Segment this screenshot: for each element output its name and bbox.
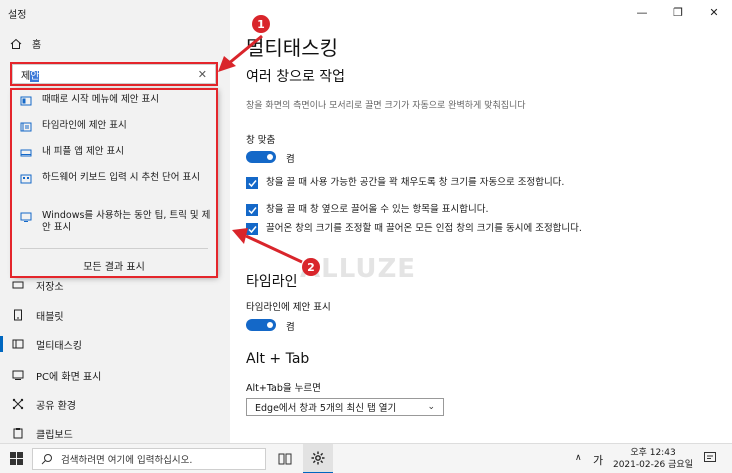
- taskbar-search-box[interactable]: 검색하려면 여기에 입력하십시오.: [32, 448, 266, 470]
- window-controls: — ❐ ✕: [624, 0, 732, 24]
- close-icon[interactable]: ✕: [696, 0, 732, 24]
- snap-toggle-label: 창 맞춤: [246, 135, 276, 146]
- chevron-down-icon: ⌄: [427, 402, 435, 412]
- alttab-section-heading: Alt + Tab: [246, 351, 310, 367]
- clipboard-icon: [13, 428, 23, 439]
- ime-indicator[interactable]: 가: [593, 452, 603, 468]
- checkbox-checked[interactable]: [246, 223, 258, 235]
- project-icon: [12, 370, 24, 380]
- home-icon: [10, 38, 22, 49]
- nav-item-shared-experiences[interactable]: 공유 환경: [0, 391, 230, 417]
- task-view-icon[interactable]: [276, 450, 294, 468]
- multitasking-icon: [12, 339, 24, 349]
- timeline-section-heading: 타임라인: [246, 274, 298, 290]
- checkbox-checked[interactable]: [246, 177, 258, 189]
- windows-start-icon[interactable]: [10, 452, 24, 466]
- step-badge-2: 2: [302, 258, 320, 276]
- taskbar-clock[interactable]: 오후 12:43 2021-02-26 금요일: [612, 447, 694, 471]
- minimize-icon[interactable]: —: [624, 0, 660, 24]
- tablet-icon: [14, 309, 22, 321]
- clock-time: 오후 12:43: [630, 448, 676, 458]
- alttab-dropdown[interactable]: Edge에서 창과 5개의 최신 탭 열기 ⌄: [246, 398, 444, 416]
- restore-icon[interactable]: ❐: [660, 0, 696, 24]
- home-label: 홈: [32, 40, 42, 51]
- gear-icon: [311, 451, 325, 465]
- nav-item-tablet[interactable]: 태블릿: [0, 302, 230, 328]
- timeline-toggle-state: 켬: [286, 322, 295, 333]
- clock-date: 2021-02-26 금요일: [612, 460, 693, 470]
- alttab-label: Alt+Tab을 누르면: [246, 383, 321, 394]
- page-title: 멀티태스킹: [246, 36, 338, 60]
- window-title: 설정: [8, 10, 27, 21]
- snap-description: 창을 화면의 측면이나 모서리로 끌면 크기가 자동으로 완벽하게 맞춰집니다: [246, 101, 526, 111]
- snap-checkbox-row[interactable]: 끌어온 창의 크기를 조정할 때 끌어온 모든 인접 창의 크기를 동시에 조정…: [246, 222, 586, 235]
- settings-window: 설정 홈 제안 ✕ 때때로 시작 메뉴에 제안 표시 타임라인에 제안 표시 내…: [0, 0, 732, 443]
- home-nav-item[interactable]: 홈: [10, 36, 41, 51]
- shared-icon: [12, 398, 24, 410]
- tray-chevron-icon[interactable]: ∧: [575, 453, 582, 463]
- timeline-toggle-label: 타임라인에 제안 표시: [246, 302, 331, 313]
- checkbox-checked[interactable]: [246, 204, 258, 216]
- notification-icon[interactable]: [703, 451, 717, 465]
- snap-checkbox-row[interactable]: 창을 끌 때 사용 가능한 공간을 꽉 채우도록 창 크기를 자동으로 조정합니…: [246, 176, 586, 189]
- snap-checkbox-row[interactable]: 창을 끌 때 창 옆으로 끌어올 수 있는 항목을 표시합니다.: [246, 203, 586, 216]
- nav-item-multitasking[interactable]: 멀티태스킹: [0, 331, 230, 357]
- snap-toggle-state: 켬: [286, 154, 295, 165]
- taskbar: 검색하려면 여기에 입력하십시오. ∧ 가 오후 12:43 2021-02-2…: [0, 443, 732, 473]
- snap-toggle[interactable]: [246, 151, 276, 163]
- taskbar-search-placeholder: 검색하려면 여기에 입력하십시오.: [61, 455, 193, 466]
- snap-section-heading: 여러 창으로 작업: [246, 69, 346, 85]
- nav-item-project[interactable]: PC에 화면 표시: [0, 362, 230, 388]
- settings-taskbar-button[interactable]: [303, 444, 333, 473]
- suggestions-highlight-box: [10, 88, 218, 278]
- content-pane: — ❐ ✕ 멀티태스킹 여러 창으로 작업 창을 화면의 측면이나 모서리로 끌…: [230, 0, 732, 443]
- search-highlight-box: [10, 62, 218, 86]
- step-badge-1: 1: [252, 15, 270, 33]
- nav-item-storage[interactable]: 저장소: [0, 272, 230, 298]
- left-pane: 설정 홈 제안 ✕ 때때로 시작 메뉴에 제안 표시 타임라인에 제안 표시 내…: [0, 0, 230, 443]
- timeline-toggle[interactable]: [246, 319, 276, 331]
- storage-icon: [12, 281, 24, 289]
- search-icon: [41, 454, 52, 465]
